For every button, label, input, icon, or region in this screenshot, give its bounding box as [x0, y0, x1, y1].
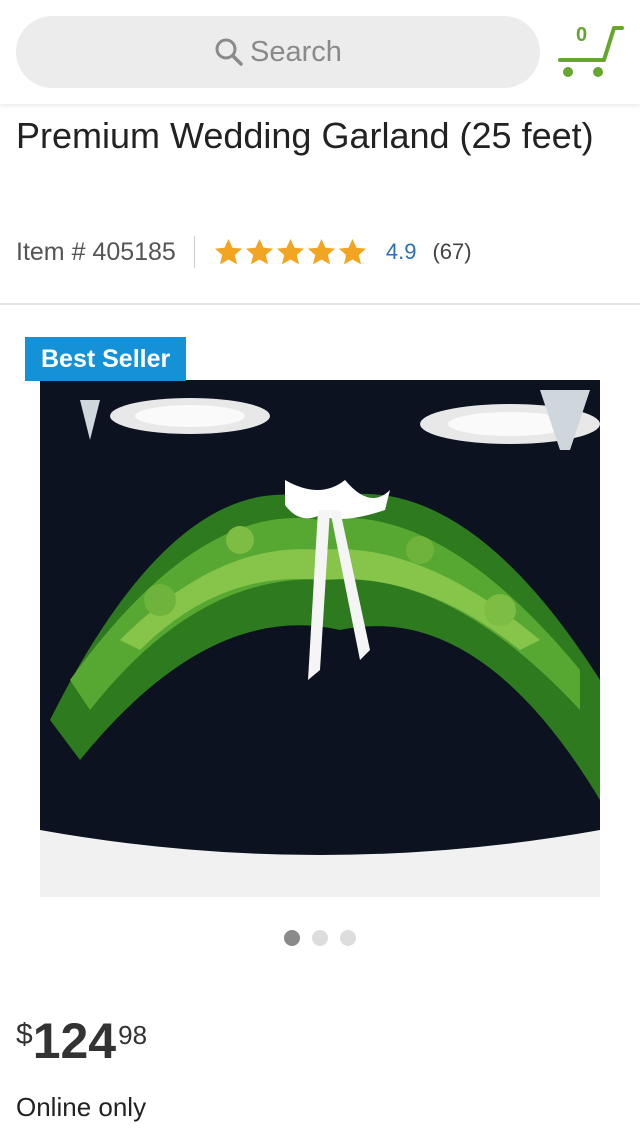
search-icon [215, 38, 243, 66]
star-icon [338, 238, 366, 264]
price-dollars: 124 [32, 1013, 117, 1069]
cart-button[interactable]: 0 [556, 22, 626, 82]
price: $ 124 98 [16, 1012, 147, 1070]
carousel-dot[interactable] [312, 930, 328, 946]
rating-stars[interactable] [213, 237, 368, 268]
top-bar: Search 0 [0, 0, 640, 104]
product-title: Premium Wedding Garland (25 feet) [16, 115, 594, 156]
carousel-dot[interactable] [284, 930, 300, 946]
carousel-dots[interactable] [284, 930, 368, 946]
star-icon [245, 238, 273, 264]
carousel-dot[interactable] [340, 930, 356, 946]
search-placeholder: Search [250, 35, 342, 68]
price-cents: 98 [118, 1020, 148, 1050]
section-divider [0, 303, 640, 305]
cart-icon [558, 26, 624, 77]
price-currency: $ [16, 1018, 33, 1051]
product-meta: Item # 405185 4.9 (67) [16, 232, 472, 272]
star-icon [276, 238, 304, 264]
star-icon [307, 238, 335, 264]
cart-count: 0 [576, 24, 588, 46]
search-input[interactable]: Search [16, 16, 540, 88]
best-seller-badge: Best Seller [25, 337, 187, 381]
garland-photo [40, 380, 600, 897]
item-number: Item # 405185 [16, 237, 176, 266]
review-count[interactable]: (67) [432, 239, 471, 265]
product-image[interactable] [40, 380, 600, 897]
rating-value[interactable]: 4.9 [386, 239, 417, 265]
star-icon [214, 238, 242, 264]
availability-label: Online only [16, 1092, 147, 1122]
meta-divider [193, 236, 195, 268]
